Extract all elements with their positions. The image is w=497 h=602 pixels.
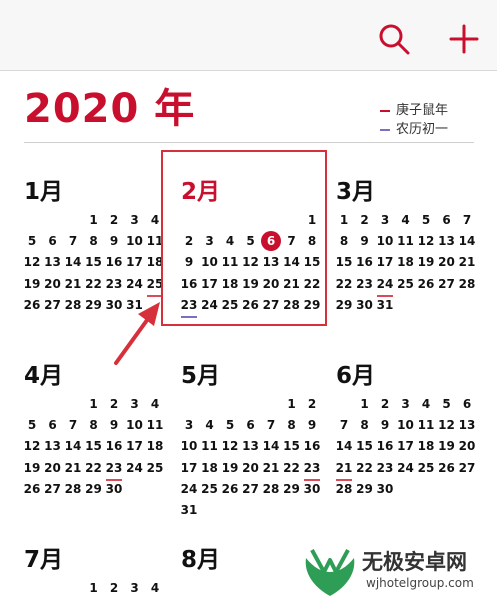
watermark-url: wjhotelgroup.com bbox=[366, 576, 474, 590]
watermark-title: 无极安卓网 bbox=[362, 550, 467, 574]
annotation-arrow-icon bbox=[114, 302, 160, 365]
watermark: 无极安卓网 wjhotelgroup.com bbox=[300, 540, 497, 602]
watermark-logo-icon bbox=[305, 549, 355, 596]
